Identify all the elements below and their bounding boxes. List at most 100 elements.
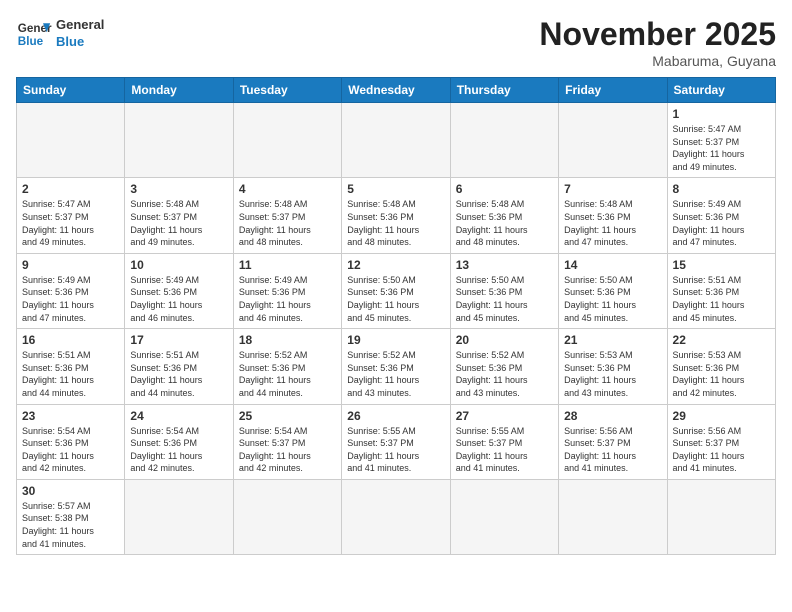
calendar-day-cell: 3Sunrise: 5:48 AM Sunset: 5:37 PM Daylig… bbox=[125, 178, 233, 253]
day-number: 3 bbox=[130, 182, 227, 196]
day-info: Sunrise: 5:56 AM Sunset: 5:37 PM Dayligh… bbox=[673, 425, 770, 475]
day-info: Sunrise: 5:49 AM Sunset: 5:36 PM Dayligh… bbox=[22, 274, 119, 324]
logo: General Blue General Blue bbox=[16, 16, 104, 52]
day-info: Sunrise: 5:54 AM Sunset: 5:36 PM Dayligh… bbox=[22, 425, 119, 475]
day-number: 21 bbox=[564, 333, 661, 347]
day-info: Sunrise: 5:56 AM Sunset: 5:37 PM Dayligh… bbox=[564, 425, 661, 475]
calendar-day-cell: 23 Sunrise: 5:54 AM Sunset: 5:36 PM Dayli… bbox=[17, 404, 125, 479]
calendar-day-cell: 14Sunrise: 5:50 AM Sunset: 5:36 PM Dayli… bbox=[559, 253, 667, 328]
logo-text: General Blue bbox=[56, 17, 104, 51]
calendar-day-cell: 9 Sunrise: 5:49 AM Sunset: 5:36 PM Daylig… bbox=[17, 253, 125, 328]
calendar-day-cell: 12 Sunrise: 5:50 AM Sunset: 5:36 PM Dayli… bbox=[342, 253, 450, 328]
weekday-header-sunday: Sunday bbox=[17, 78, 125, 103]
logo-blue: Blue bbox=[56, 34, 84, 49]
day-number: 16 bbox=[22, 333, 119, 347]
month-title: November 2025 bbox=[539, 16, 776, 53]
day-info: Sunrise: 5:50 AM Sunset: 5:36 PM Dayligh… bbox=[347, 274, 444, 324]
weekday-header-tuesday: Tuesday bbox=[233, 78, 341, 103]
calendar-day-cell: 8 Sunrise: 5:49 AM Sunset: 5:36 PM Daylig… bbox=[667, 178, 775, 253]
day-number: 9 bbox=[22, 258, 119, 272]
day-info: Sunrise: 5:49 AM Sunset: 5:36 PM Dayligh… bbox=[130, 274, 227, 324]
calendar-day-cell: 2 Sunrise: 5:47 AM Sunset: 5:37 PM Daylig… bbox=[17, 178, 125, 253]
day-info: Sunrise: 5:47 AM Sunset: 5:37 PM Dayligh… bbox=[673, 123, 770, 173]
calendar-day-cell: 5Sunrise: 5:48 AM Sunset: 5:36 PM Daylig… bbox=[342, 178, 450, 253]
day-info: Sunrise: 5:49 AM Sunset: 5:36 PM Dayligh… bbox=[239, 274, 336, 324]
calendar-day-cell: 26 Sunrise: 5:55 AM Sunset: 5:37 PM Dayli… bbox=[342, 404, 450, 479]
day-number: 28 bbox=[564, 409, 661, 423]
day-number: 7 bbox=[564, 182, 661, 196]
day-info: Sunrise: 5:48 AM Sunset: 5:37 PM Dayligh… bbox=[239, 198, 336, 248]
calendar-day-cell bbox=[125, 103, 233, 178]
calendar-day-cell: 30 Sunrise: 5:57 AM Sunset: 5:38 PM Dayli… bbox=[17, 479, 125, 554]
calendar-day-cell: 16 Sunrise: 5:51 AM Sunset: 5:36 PM Dayli… bbox=[17, 329, 125, 404]
calendar-day-cell: 6 Sunrise: 5:48 AM Sunset: 5:36 PM Daylig… bbox=[450, 178, 558, 253]
calendar-day-cell bbox=[450, 103, 558, 178]
calendar-week-row: 2 Sunrise: 5:47 AM Sunset: 5:37 PM Daylig… bbox=[17, 178, 776, 253]
day-info: Sunrise: 5:49 AM Sunset: 5:36 PM Dayligh… bbox=[673, 198, 770, 248]
calendar-day-cell bbox=[233, 103, 341, 178]
day-info: Sunrise: 5:51 AM Sunset: 5:36 PM Dayligh… bbox=[22, 349, 119, 399]
calendar-week-row: 16 Sunrise: 5:51 AM Sunset: 5:36 PM Dayli… bbox=[17, 329, 776, 404]
calendar-day-cell: 27Sunrise: 5:55 AM Sunset: 5:37 PM Dayli… bbox=[450, 404, 558, 479]
day-number: 25 bbox=[239, 409, 336, 423]
day-number: 30 bbox=[22, 484, 119, 498]
calendar-day-cell: 28 Sunrise: 5:56 AM Sunset: 5:37 PM Dayli… bbox=[559, 404, 667, 479]
day-number: 13 bbox=[456, 258, 553, 272]
calendar-day-cell: 17Sunrise: 5:51 AM Sunset: 5:36 PM Dayli… bbox=[125, 329, 233, 404]
calendar-week-row: 9 Sunrise: 5:49 AM Sunset: 5:36 PM Daylig… bbox=[17, 253, 776, 328]
weekday-header-wednesday: Wednesday bbox=[342, 78, 450, 103]
day-info: Sunrise: 5:50 AM Sunset: 5:36 PM Dayligh… bbox=[456, 274, 553, 324]
calendar-week-row: 30 Sunrise: 5:57 AM Sunset: 5:38 PM Dayli… bbox=[17, 479, 776, 554]
day-info: Sunrise: 5:55 AM Sunset: 5:37 PM Dayligh… bbox=[347, 425, 444, 475]
calendar-day-cell: 18Sunrise: 5:52 AM Sunset: 5:36 PM Dayli… bbox=[233, 329, 341, 404]
calendar-day-cell: 1 Sunrise: 5:47 AM Sunset: 5:37 PM Daylig… bbox=[667, 103, 775, 178]
day-number: 12 bbox=[347, 258, 444, 272]
day-info: Sunrise: 5:54 AM Sunset: 5:37 PM Dayligh… bbox=[239, 425, 336, 475]
day-number: 26 bbox=[347, 409, 444, 423]
weekday-header-saturday: Saturday bbox=[667, 78, 775, 103]
calendar-day-cell bbox=[233, 479, 341, 554]
calendar-day-cell bbox=[559, 103, 667, 178]
logo-icon: General Blue bbox=[16, 16, 52, 52]
day-number: 23 bbox=[22, 409, 119, 423]
day-info: Sunrise: 5:52 AM Sunset: 5:36 PM Dayligh… bbox=[239, 349, 336, 399]
day-number: 19 bbox=[347, 333, 444, 347]
day-number: 2 bbox=[22, 182, 119, 196]
calendar-day-cell bbox=[125, 479, 233, 554]
day-info: Sunrise: 5:47 AM Sunset: 5:37 PM Dayligh… bbox=[22, 198, 119, 248]
day-number: 6 bbox=[456, 182, 553, 196]
page-header: General Blue General Blue November 2025 … bbox=[16, 16, 776, 69]
weekday-header-row: SundayMondayTuesdayWednesdayThursdayFrid… bbox=[17, 78, 776, 103]
calendar-week-row: 23 Sunrise: 5:54 AM Sunset: 5:36 PM Dayli… bbox=[17, 404, 776, 479]
day-number: 14 bbox=[564, 258, 661, 272]
calendar-day-cell: 21 Sunrise: 5:53 AM Sunset: 5:36 PM Dayli… bbox=[559, 329, 667, 404]
day-info: Sunrise: 5:57 AM Sunset: 5:38 PM Dayligh… bbox=[22, 500, 119, 550]
calendar-day-cell: 10 Sunrise: 5:49 AM Sunset: 5:36 PM Dayli… bbox=[125, 253, 233, 328]
day-number: 24 bbox=[130, 409, 227, 423]
day-number: 15 bbox=[673, 258, 770, 272]
calendar-day-cell bbox=[17, 103, 125, 178]
calendar-day-cell: 29 Sunrise: 5:56 AM Sunset: 5:37 PM Dayli… bbox=[667, 404, 775, 479]
title-block: November 2025 Mabaruma, Guyana bbox=[539, 16, 776, 69]
calendar-day-cell bbox=[342, 103, 450, 178]
day-number: 22 bbox=[673, 333, 770, 347]
logo-general: General bbox=[56, 17, 104, 32]
weekday-header-friday: Friday bbox=[559, 78, 667, 103]
day-number: 29 bbox=[673, 409, 770, 423]
day-number: 27 bbox=[456, 409, 553, 423]
day-number: 17 bbox=[130, 333, 227, 347]
day-info: Sunrise: 5:48 AM Sunset: 5:36 PM Dayligh… bbox=[456, 198, 553, 248]
calendar-day-cell: 19Sunrise: 5:52 AM Sunset: 5:36 PM Dayli… bbox=[342, 329, 450, 404]
day-number: 1 bbox=[673, 107, 770, 121]
weekday-header-thursday: Thursday bbox=[450, 78, 558, 103]
day-number: 10 bbox=[130, 258, 227, 272]
calendar-day-cell: 11Sunrise: 5:49 AM Sunset: 5:36 PM Dayli… bbox=[233, 253, 341, 328]
calendar-day-cell: 22Sunrise: 5:53 AM Sunset: 5:36 PM Dayli… bbox=[667, 329, 775, 404]
day-number: 20 bbox=[456, 333, 553, 347]
calendar-day-cell: 20Sunrise: 5:52 AM Sunset: 5:36 PM Dayli… bbox=[450, 329, 558, 404]
day-number: 8 bbox=[673, 182, 770, 196]
day-info: Sunrise: 5:53 AM Sunset: 5:36 PM Dayligh… bbox=[564, 349, 661, 399]
calendar-day-cell: 25 Sunrise: 5:54 AM Sunset: 5:37 PM Dayli… bbox=[233, 404, 341, 479]
day-info: Sunrise: 5:48 AM Sunset: 5:36 PM Dayligh… bbox=[564, 198, 661, 248]
calendar-day-cell: 7 Sunrise: 5:48 AM Sunset: 5:36 PM Daylig… bbox=[559, 178, 667, 253]
